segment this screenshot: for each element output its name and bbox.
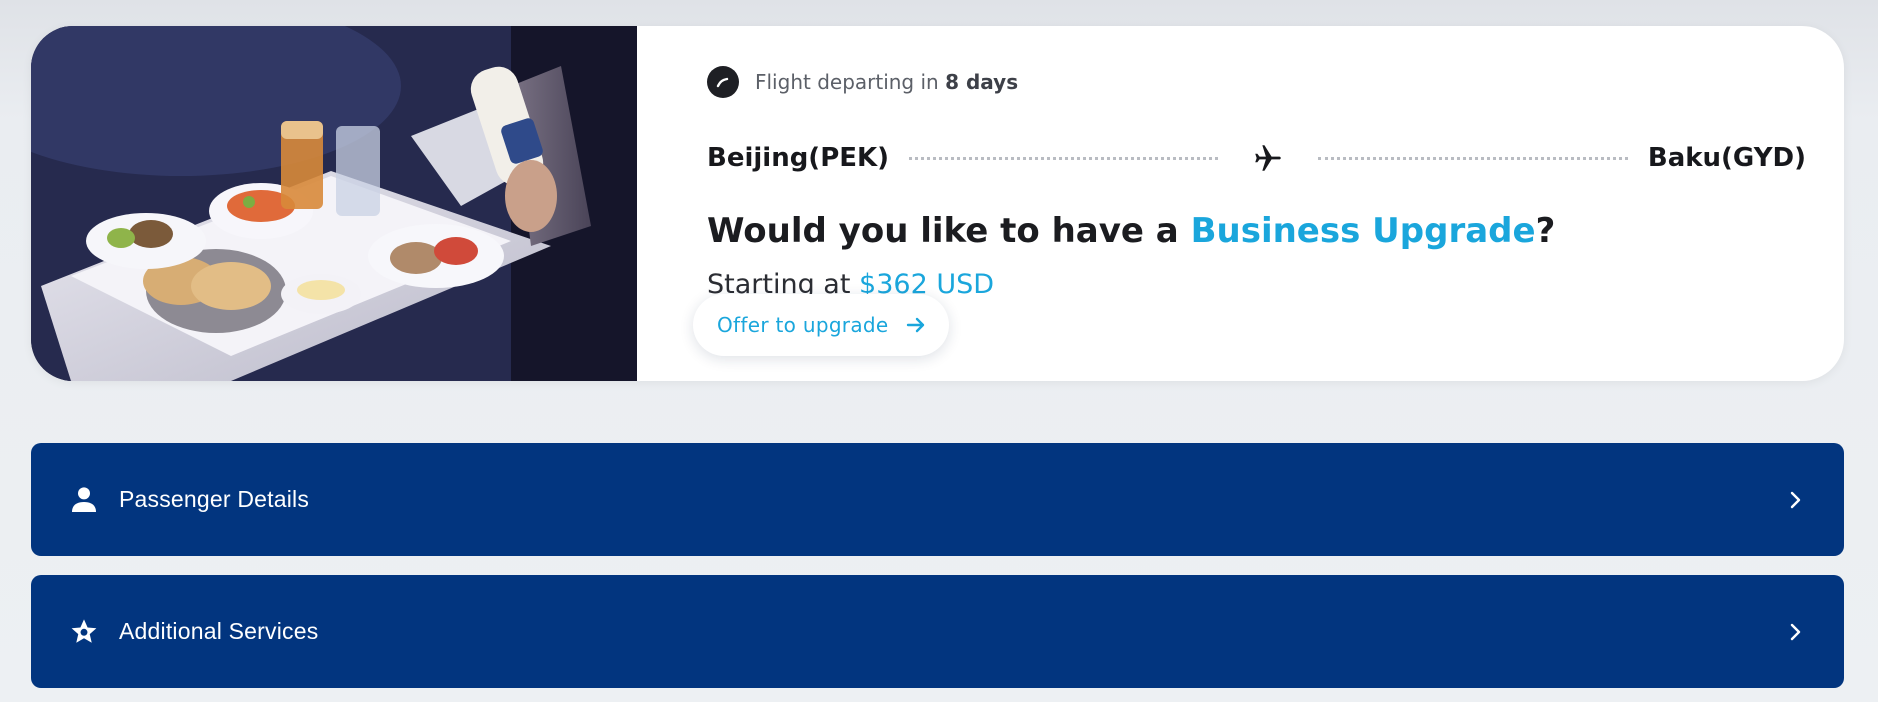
departure-countdown: Flight departing in 8 days xyxy=(707,66,1018,98)
passenger-details-label: Passenger Details xyxy=(119,486,310,512)
destination-airport: Baku(GYD) xyxy=(1647,143,1806,173)
upgrade-question-highlight: Business Upgrade xyxy=(1190,211,1536,251)
clock-icon xyxy=(707,66,739,98)
route-divider-left xyxy=(909,156,1219,160)
chevron-right-icon xyxy=(1784,620,1808,644)
star-icon xyxy=(67,615,101,649)
arrow-right-icon xyxy=(905,314,927,336)
person-icon xyxy=(67,483,101,517)
flight-route: Beijing(PEK) Baku(GYD) xyxy=(707,138,1806,178)
meal-photo xyxy=(31,26,637,381)
additional-services-panel[interactable]: Additional Services xyxy=(31,575,1844,688)
upgrade-question-prefix: Would you like to have a xyxy=(707,211,1179,251)
upgrade-question: Would you like to have a Business Upgrad… xyxy=(707,211,1555,251)
departure-countdown-label: Flight departing in xyxy=(755,70,939,94)
upgrade-question-suffix: ? xyxy=(1535,211,1556,251)
route-divider-right xyxy=(1318,156,1628,160)
upgrade-info: Flight departing in 8 days Beijing(PEK) … xyxy=(637,26,1844,381)
passenger-details-panel[interactable]: Passenger Details xyxy=(31,443,1844,556)
departure-countdown-days: 8 days xyxy=(945,70,1019,94)
additional-services-label: Additional Services xyxy=(119,618,319,644)
airplane-icon xyxy=(1248,138,1288,178)
offer-to-upgrade-button[interactable]: Offer to upgrade xyxy=(693,294,949,356)
chevron-right-icon xyxy=(1784,488,1808,512)
upgrade-offer-card: Flight departing in 8 days Beijing(PEK) … xyxy=(31,26,1844,381)
offer-to-upgrade-label: Offer to upgrade xyxy=(717,313,889,337)
origin-airport: Beijing(PEK) xyxy=(707,143,890,173)
